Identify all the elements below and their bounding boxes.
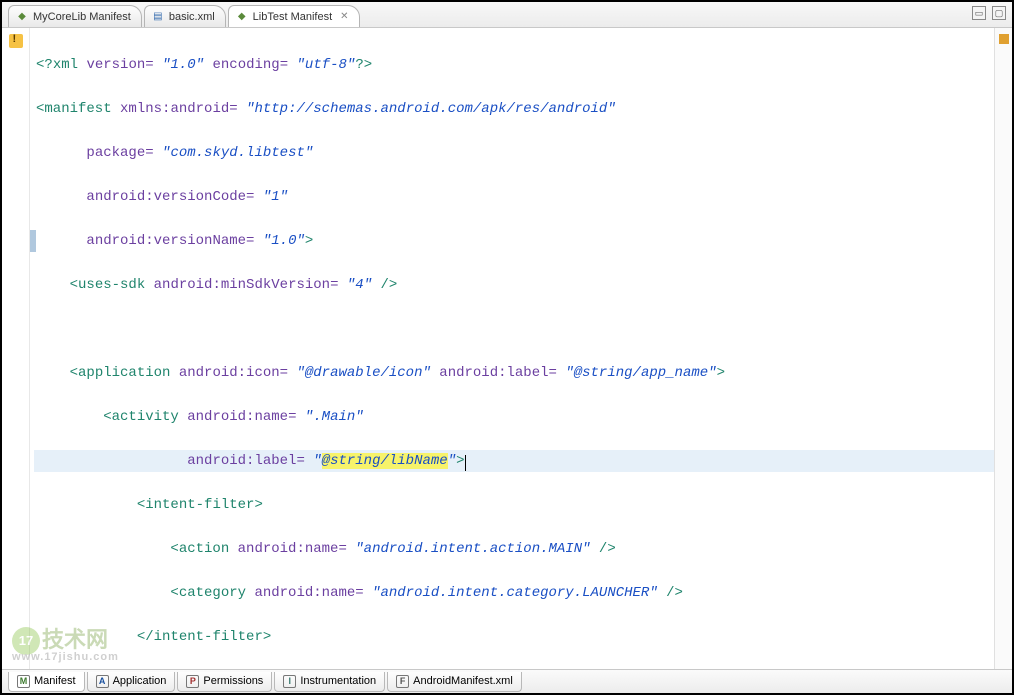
editor-area: <?xml version= "1.0" encoding= "utf-8"?>… xyxy=(2,28,1012,669)
tab-libtest[interactable]: ◆ LibTest Manifest ✕ xyxy=(228,5,360,27)
tab-mycorelib[interactable]: ◆ MyCoreLib Manifest xyxy=(8,5,142,27)
attr: version= xyxy=(86,57,153,73)
btab-manifest[interactable]: M Manifest xyxy=(8,672,85,692)
attr: android:name= xyxy=(238,541,347,557)
tag: /> xyxy=(381,277,398,293)
attr: android:icon= xyxy=(179,365,288,381)
btab-instrumentation[interactable]: I Instrumentation xyxy=(274,672,385,692)
attr: android:name= xyxy=(187,409,296,425)
attr: android:label= xyxy=(439,365,557,381)
tab-basic-xml[interactable]: ▤ basic.xml xyxy=(144,5,226,27)
tag: <manifest xyxy=(36,101,112,117)
val: " xyxy=(313,453,321,469)
tag: > xyxy=(456,453,464,469)
warning-icon[interactable] xyxy=(9,34,23,48)
manifest-editor-tabs: M Manifest A Application P Permissions I Ins… xyxy=(2,669,1012,693)
val: "1.0" xyxy=(263,233,305,249)
instrumentation-icon: I xyxy=(283,675,296,688)
tag: <activity xyxy=(103,409,179,425)
xml-pi: <? xyxy=(36,57,53,73)
overview-marker[interactable] xyxy=(999,34,1009,44)
val: "com.skyd.libtest" xyxy=(162,145,313,161)
attr: android:versionName= xyxy=(86,233,254,249)
val: ".Main" xyxy=(305,409,364,425)
attr: xmlns:android= xyxy=(120,101,238,117)
val: "@drawable/icon" xyxy=(296,365,430,381)
val: "utf-8" xyxy=(297,57,356,73)
maximize-icon[interactable]: ▢ xyxy=(992,6,1006,20)
val: "android.intent.action.MAIN" xyxy=(355,541,590,557)
attr: encoding= xyxy=(212,57,288,73)
manifest-icon: M xyxy=(17,675,30,688)
overview-ruler[interactable] xyxy=(994,28,1012,669)
tag: <intent-filter> xyxy=(137,497,263,513)
xml-file-icon: ▤ xyxy=(151,10,165,24)
tag: <uses-sdk xyxy=(70,277,146,293)
tag: <category xyxy=(170,585,246,601)
xml-pi-name: xml xyxy=(53,57,78,73)
val: "android.intent.category.LAUNCHER" xyxy=(372,585,658,601)
tag: > xyxy=(717,365,725,381)
application-icon: A xyxy=(96,675,109,688)
attr: android:minSdkVersion= xyxy=(154,277,339,293)
tag: <action xyxy=(170,541,229,557)
val: "1" xyxy=(263,189,288,205)
btab-application[interactable]: A Application xyxy=(87,672,176,692)
manifest-icon: ◆ xyxy=(15,10,29,24)
tab-label: LibTest Manifest xyxy=(253,11,332,23)
tab-label: basic.xml xyxy=(169,11,215,23)
attr: android:label= xyxy=(187,453,305,469)
val: "4" xyxy=(347,277,372,293)
permissions-icon: P xyxy=(186,675,199,688)
attr: android:versionCode= xyxy=(86,189,254,205)
attr: package= xyxy=(86,145,153,161)
current-line-marker xyxy=(30,230,36,252)
val: "1.0" xyxy=(162,57,204,73)
file-icon: F xyxy=(396,675,409,688)
editor-window-controls: ▭ ▢ xyxy=(972,6,1006,20)
tag: <application xyxy=(70,365,171,381)
tag: /> xyxy=(599,541,616,557)
tag: </intent-filter> xyxy=(137,629,271,645)
btab-label: Application xyxy=(113,675,167,687)
tab-label: MyCoreLib Manifest xyxy=(33,11,131,23)
attr: android:name= xyxy=(254,585,363,601)
code-editor[interactable]: <?xml version= "1.0" encoding= "utf-8"?>… xyxy=(30,28,994,669)
minimize-icon[interactable]: ▭ xyxy=(972,6,986,20)
highlighted-value: @string/libName xyxy=(322,453,448,469)
val: " xyxy=(448,453,456,469)
gutter xyxy=(2,28,30,669)
highlighted-line: android:label= "@string/libName"> xyxy=(34,450,994,472)
val: "http://schemas.android.com/apk/res/andr… xyxy=(246,101,616,117)
btab-permissions[interactable]: P Permissions xyxy=(177,672,272,692)
btab-label: Manifest xyxy=(34,675,76,687)
val: "@string/app_name" xyxy=(565,365,716,381)
tag: /> xyxy=(666,585,683,601)
btab-label: Instrumentation xyxy=(300,675,376,687)
tag: > xyxy=(305,233,313,249)
close-icon[interactable]: ✕ xyxy=(340,11,348,22)
btab-label: AndroidManifest.xml xyxy=(413,675,513,687)
manifest-icon: ◆ xyxy=(235,10,249,24)
editor-tab-bar: ◆ MyCoreLib Manifest ▤ basic.xml ◆ LibTe… xyxy=(2,2,1012,28)
btab-source[interactable]: F AndroidManifest.xml xyxy=(387,672,522,692)
xml-pi-close: ?> xyxy=(355,57,372,73)
btab-label: Permissions xyxy=(203,675,263,687)
